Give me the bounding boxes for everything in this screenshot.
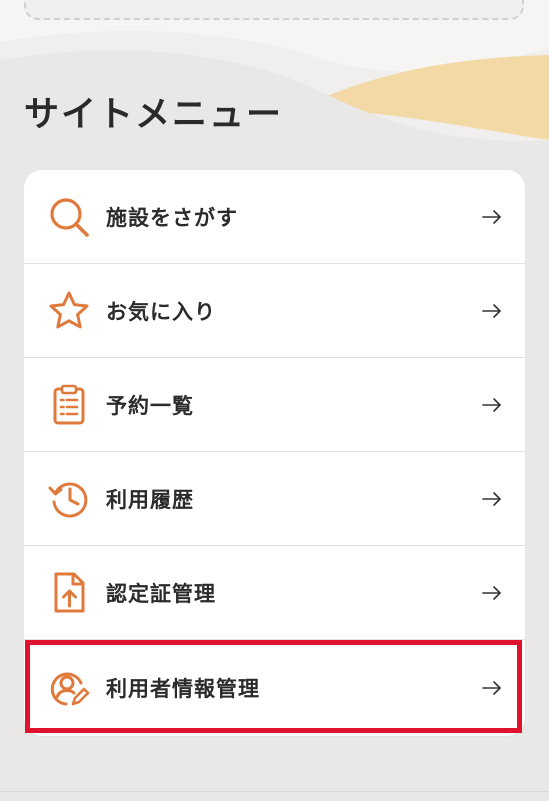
menu-item-user-info-management[interactable]: 利用者情報管理 [24, 640, 525, 736]
previous-section-card [24, 0, 524, 20]
arrow-right-icon [481, 582, 503, 604]
arrow-right-icon [481, 488, 503, 510]
menu-item-label: 施設をさがす [106, 205, 238, 230]
menu-item-search-facility[interactable]: 施設をさがす [24, 170, 525, 264]
clipboard-list-icon [46, 382, 92, 428]
arrow-right-icon [481, 206, 503, 228]
arrow-right-icon [481, 394, 503, 416]
menu-item-label: お気に入り [106, 299, 216, 324]
history-clock-icon [46, 476, 92, 522]
arrow-right-icon [481, 677, 503, 699]
menu-item-label: 予約一覧 [106, 393, 194, 418]
star-icon [46, 288, 92, 334]
menu-item-reservations[interactable]: 予約一覧 [24, 358, 525, 452]
menu-item-usage-history[interactable]: 利用履歴 [24, 452, 525, 546]
menu-item-label: 利用履歴 [106, 487, 194, 512]
search-icon [46, 194, 92, 240]
arrow-right-icon [481, 300, 503, 322]
menu-item-favorites[interactable]: お気に入り [24, 264, 525, 358]
site-menu-title: サイトメニュー [24, 95, 284, 135]
user-edit-icon [46, 665, 92, 711]
document-upload-icon [46, 570, 92, 616]
menu-item-label: 利用者情報管理 [106, 677, 260, 701]
site-menu-list: 施設をさがす お気に入り 予約一覧 利用履歴 認定証管理 利用者情報管理 [24, 170, 525, 736]
menu-item-label: 認定証管理 [106, 581, 216, 606]
bottom-divider [0, 791, 549, 792]
menu-item-certificate-management[interactable]: 認定証管理 [24, 546, 525, 640]
